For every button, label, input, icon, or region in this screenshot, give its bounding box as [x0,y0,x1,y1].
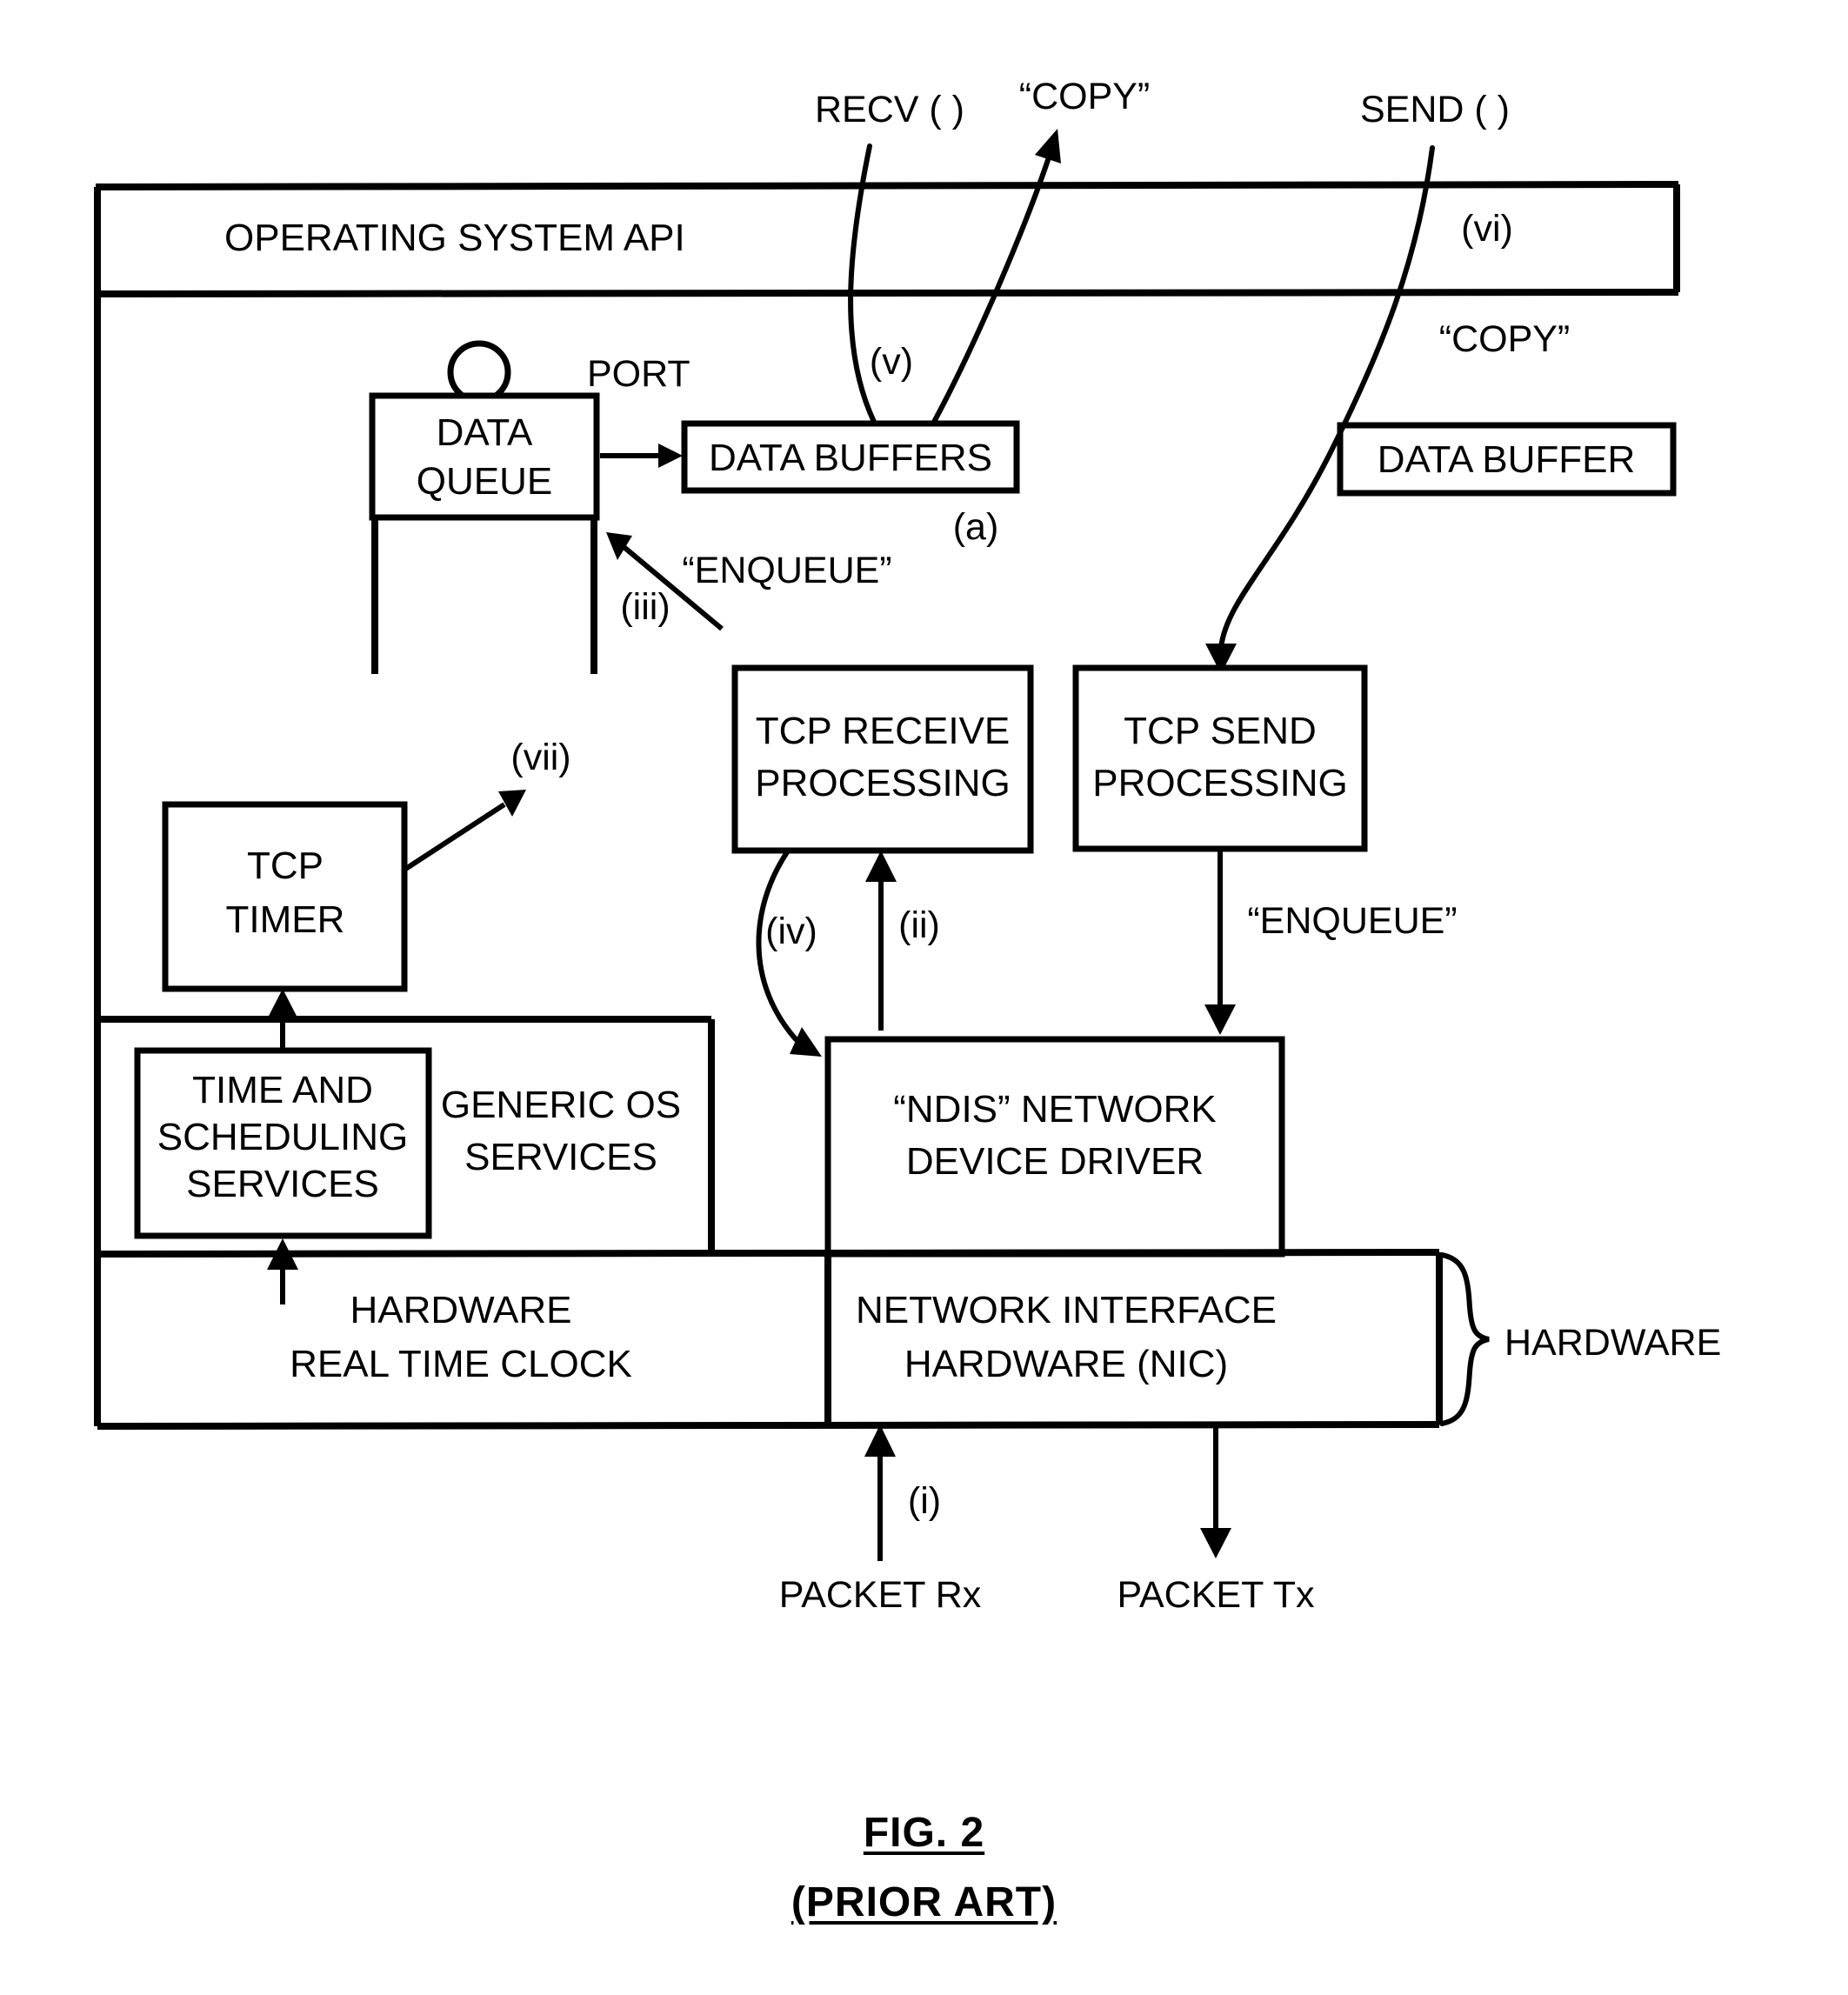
figure-number: FIG. 2 [0,1809,1848,1857]
rtc-to-clock-arrow [267,1238,298,1304]
hardware-brace: HARDWARE [1439,1252,1721,1426]
data-buffer-group: DATA BUFFER [1337,422,1677,497]
recv-call-label: RECV ( ) [815,89,964,130]
time-scheduling-group: TIME AND SCHEDULING SERVICES [134,1047,432,1239]
packet-tx-arrow: PACKET Tx [1117,1426,1315,1616]
tcp-send-label-line1: TCP SEND [1124,710,1317,752]
hardware-rtc-label-line2: REAL TIME CLOCK [290,1343,632,1385]
step-iii-label: (iii) [620,586,670,628]
ndis-driver-group: “NDIS” NETWORK DEVICE DRIVER [824,1036,1285,1258]
recv-call-curve: RECV ( ) (v) [815,89,964,424]
ndis-label-line2: DEVICE DRIVER [906,1140,1204,1183]
hardware-rtc-label-line1: HARDWARE [350,1289,571,1331]
time-scheduling-label-line3: SERVICES [186,1163,379,1205]
port-icon [447,340,511,404]
enqueue-send-arrow: “ENQUEUE” [1204,851,1458,1035]
tcp-send-label-line2: PROCESSING [1092,762,1347,804]
figure-subtitle-text: (PRIOR ART) [791,1879,1057,1925]
hardware-brace-label: HARDWARE [1504,1322,1721,1364]
generic-os-label-line1: GENERIC OS [441,1084,681,1126]
step-iv-label: (iv) [765,911,817,952]
tcp-receive-label-line2: PROCESSING [755,762,1010,804]
figure-subtitle: (PRIOR ART) [0,1878,1848,1926]
copy-top-curve: “COPY” [931,76,1151,426]
tcp-timer-label-line2: TIMER [226,898,345,941]
step-ii-arrow: (ii) [865,851,940,1031]
tcp-timer-box [162,801,408,992]
step-vi-label: (vi) [1461,208,1513,250]
time-scheduling-label-line2: SCHEDULING [157,1116,409,1158]
enqueue-send-label: “ENQUEUE” [1247,900,1457,942]
enqueue-receive-label: “ENQUEUE” [682,550,891,591]
ndis-label-line1: “NDIS” NETWORK [893,1088,1217,1131]
data-buffers-label: DATA BUFFERS [709,437,992,479]
copy-top-label: “COPY” [1019,76,1151,117]
packet-rx-arrow: (i) PACKET Rx [779,1425,982,1616]
enqueue-receive-arrow: (iii) “ENQUEUE” [606,532,892,631]
port-label: PORT [587,353,690,395]
tcp-send-box [1072,664,1368,852]
data-queue-label-line2: QUEUE [417,460,552,503]
tcp-timer-group: TCP TIMER [162,801,408,992]
hardware-rtc-band: HARDWARE REAL TIME CLOCK NETWORK INTERFA… [97,1249,1443,1430]
step-v-label: (v) [870,341,913,383]
diagram-canvas: OPERATING SYSTEM API DATA QUEUE PORT DAT… [94,76,1721,1616]
ref-a-label: (a) [953,506,999,548]
send-call-label: SEND ( ) [1360,89,1510,130]
generic-os-label-line2: SERVICES [464,1136,657,1178]
step-vii-arrow: (vii) [403,737,571,872]
tcp-receive-group: TCP RECEIVE PROCESSING [731,664,1034,854]
step-vii-label: (vii) [510,737,570,778]
copy-right-label: “COPY” [1439,318,1571,360]
os-api-label: OPERATING SYSTEM API [224,217,685,259]
patent-figure: OPERATING SYSTEM API DATA QUEUE PORT DAT… [0,0,1848,1995]
tcp-receive-label-line1: TCP RECEIVE [756,710,1011,752]
packet-rx-label: PACKET Rx [779,1574,982,1616]
nic-label-line2: HARDWARE (NIC) [904,1343,1228,1385]
tcp-timer-label-line1: TCP [247,844,324,887]
step-iv-curve: (iv) [756,850,822,1057]
time-scheduling-label-line1: TIME AND [192,1069,373,1111]
packet-tx-label: PACKET Tx [1117,1574,1315,1616]
send-call-curve: SEND ( ) (vi) “COPY” [1205,89,1570,674]
queue-to-buffers-arrow [600,444,683,468]
data-buffers-group: DATA BUFFERS (a) [681,420,1020,548]
data-queue-label-line1: DATA [437,411,533,454]
data-buffer-label: DATA BUFFER [1378,438,1636,481]
figure-number-text: FIG. 2 [863,1810,985,1856]
nic-label-line1: NETWORK INTERFACE [856,1289,1277,1331]
step-i-label: (i) [908,1480,941,1522]
tcp-send-group: TCP SEND PROCESSING [1072,664,1368,852]
tcp-receive-box [731,664,1034,854]
step-ii-label: (ii) [898,904,940,946]
